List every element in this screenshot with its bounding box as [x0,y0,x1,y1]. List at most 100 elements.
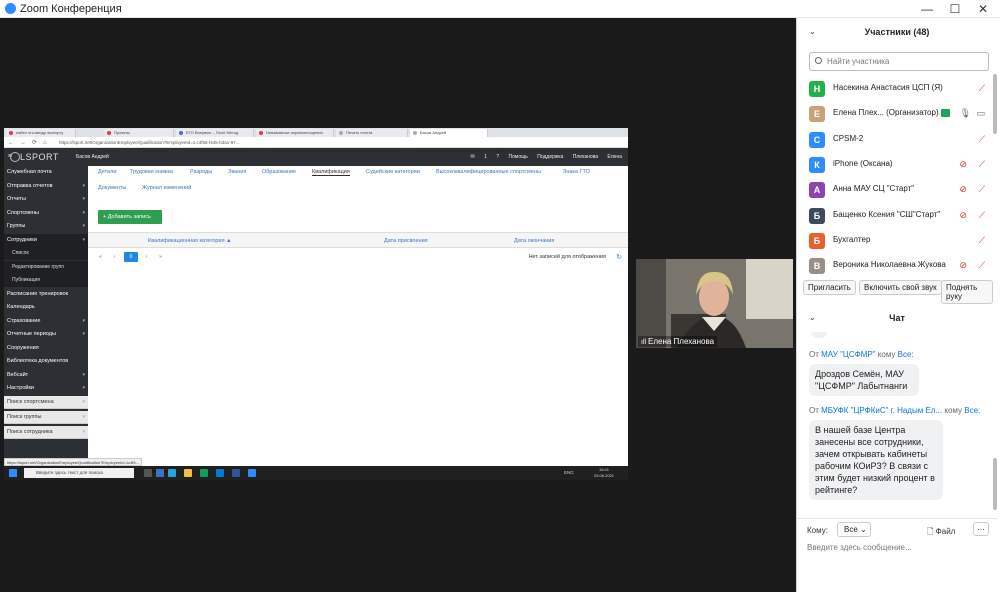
browser-tab-active[interactable]: Басов Андрей [410,129,488,137]
sidebar-item[interactable]: Сооружения [4,342,88,355]
sidebar-item[interactable]: Отправка отчетов [4,180,88,193]
pager-next[interactable]: › [142,252,151,262]
participant-row[interactable]: С CPSM-2 ⟋ [797,127,993,152]
window-title: Zoom Конференция [20,3,122,15]
sidebar-item[interactable]: Список [4,247,88,260]
sidebar-item[interactable]: Спортсмены [4,207,88,220]
minimize-button[interactable]: — [914,0,940,18]
lsport-logo[interactable]: LSPORT [10,152,59,162]
windows-start-icon[interactable] [9,469,17,477]
sidebar-item[interactable]: Сотрудники [4,233,88,247]
pager-first[interactable]: « [96,252,105,262]
browser-tab[interactable]: Проекты [104,129,174,137]
collapse-chevron-icon[interactable]: ⌄ [809,20,816,44]
language-indicator[interactable]: ENG [564,470,574,475]
participant-search-input[interactable]: Найти участника [809,52,989,71]
sidebar-item[interactable]: Библиотека документов [4,355,88,368]
participants-scrollbar[interactable] [993,74,997,134]
content-tab[interactable]: Звания [228,169,246,175]
taskbar-clock[interactable]: 15:01 29.06.2021 [594,467,614,479]
participant-row[interactable]: Б Бащенко Ксения "СШ"Старт" ⊘ ⟋ [797,203,993,228]
taskbar-search[interactable]: Введите здесь текст для поиска [24,468,134,478]
tab-favicon-icon [259,131,263,135]
chat-scrollbar[interactable] [993,458,997,510]
recipient-select[interactable]: Все ⌄ [837,522,871,537]
sidebar-item[interactable]: Расписание тренировок [4,288,88,301]
add-record-button[interactable]: + Добавить запись [98,210,162,224]
maximize-button[interactable]: ☐ [942,0,968,18]
raise-hand-button[interactable]: Поднять руку [941,280,993,304]
participant-row[interactable]: Е Елена Плех... (Организатор) 🎙 ▭ [797,101,993,126]
tab-favicon-icon [9,131,13,135]
content-tab[interactable]: Документы [98,185,126,191]
content-tab[interactable]: Высококвалифицированные спортсмены [436,169,541,175]
participant-row[interactable]: Н Насекина Анастасия ЦСП (Я) ⟋ [797,76,993,101]
browser-tab-label: Проекты [114,130,131,135]
video-on-icon: ▭ [976,108,985,119]
mic-muted-icon: ⟋ [978,184,985,195]
pager-prev[interactable]: ‹ [110,252,119,262]
sidebar-item[interactable]: Поиск сотрудника [4,425,88,439]
column-header-assigned-date[interactable]: Дата присвоения [384,238,428,244]
content-tab[interactable]: Детали [98,169,116,175]
more-options-icon[interactable]: … [973,522,989,536]
close-button[interactable]: ✕ [970,0,996,18]
file-button[interactable]: 🗋 Файл [927,526,955,540]
column-header-end-date[interactable]: Дата окончания [514,238,554,244]
browser-tab[interactable]: ЕГО Впервые – Поле Метод [176,129,254,137]
browser-tab[interactable]: Невзаимные перевоплощения [256,129,334,137]
sidebar-item[interactable]: Поиск группы [4,410,88,424]
edge-browser-icon[interactable] [168,469,176,477]
sidebar-item[interactable]: Вебсайт [4,369,88,382]
content-tab[interactable]: Квалификация [312,169,350,176]
column-header-category[interactable]: Квалификационная категория ▲ [148,238,232,244]
chat-recipient: Все: [897,350,914,359]
task-view-icon[interactable] [144,469,152,477]
content-tab[interactable]: Судейские категории [366,169,420,175]
sidebar-item[interactable]: Страхование [4,315,88,328]
refresh-icon[interactable]: ↻ [616,253,622,261]
url-field[interactable]: https://lsport.net/OrganizationEmployee/… [59,139,549,146]
unmute-button[interactable]: Включить свой звук [859,280,942,295]
mail-icon[interactable] [216,469,224,477]
chat-collapse-chevron-icon[interactable]: ⌄ [809,306,816,330]
chat-message-input[interactable]: Введите здесь сообщение... [807,543,912,552]
sidebar-item[interactable]: Отчетные периоды [4,328,88,341]
explorer-icon[interactable] [184,469,192,477]
browser-tab[interactable]: Печать отчета [336,129,408,137]
content-tab[interactable]: Трудовая книжка [130,169,173,175]
sidebar-item[interactable]: Группы [4,220,88,233]
browser-nav-icons[interactable]: ←→⟳⌂ [8,139,53,146]
browser-tabbar: найти что-вводу экспорту Проекты ЕГО Впе… [4,128,628,137]
browser-tab[interactable]: найти что-вводу экспорту [6,129,76,137]
content-tab[interactable]: Знака ГТО [563,169,590,175]
zoom-logo-icon [5,3,16,14]
sidebar-item[interactable]: Редактирование групп [4,260,88,274]
content-tab[interactable]: Образование [262,169,296,175]
content-tab[interactable]: Журнал изменений [142,185,191,191]
participant-row[interactable]: А Анна МАУ СЦ "Старт" ⊘ ⟋ [797,177,993,202]
pager-current[interactable]: 0 [124,252,138,262]
word-icon[interactable] [232,469,240,477]
mic-muted-icon: ⟋ [978,133,985,144]
invite-button[interactable]: Пригласить [803,280,856,295]
edge-icon[interactable] [156,469,164,477]
chat-sender[interactable]: МБУФК "ЦРФКиС" г. Надым Ел... [821,406,942,415]
zoom-taskbar-icon[interactable] [248,469,256,477]
sidebar-item[interactable]: Поиск спортсмена [4,395,88,409]
sidebar-item[interactable]: Настройки [4,382,88,395]
store-icon[interactable] [200,469,208,477]
participant-row[interactable]: В Вероника Николаевна Жукова ⊘ ⟋ [797,253,993,278]
sidebar-item[interactable]: Публикация [4,274,88,287]
participant-name-text: Елена Плех... (Организатор) [833,108,939,118]
sidebar-item[interactable]: Отчеты [4,193,88,206]
sidebar-item[interactable]: Служебная почта [4,166,88,179]
pager-last[interactable]: » [156,252,165,262]
participant-video-tile[interactable]: ıll Елена Плеханова [636,259,793,348]
content-tab[interactable]: Разряды [190,169,212,175]
participant-row[interactable]: Б Бухгалтер ⟋ [797,228,993,253]
header-right-items[interactable]: ✉ 1 ? Помощь Поддержка Плеханова Елена [471,154,622,160]
participant-row[interactable]: КiPhone (Оксана) ⊘ ⟋ [797,152,993,177]
sidebar-item[interactable]: Календарь [4,301,88,314]
chat-sender[interactable]: МАУ "ЦСФМР" [821,350,875,359]
